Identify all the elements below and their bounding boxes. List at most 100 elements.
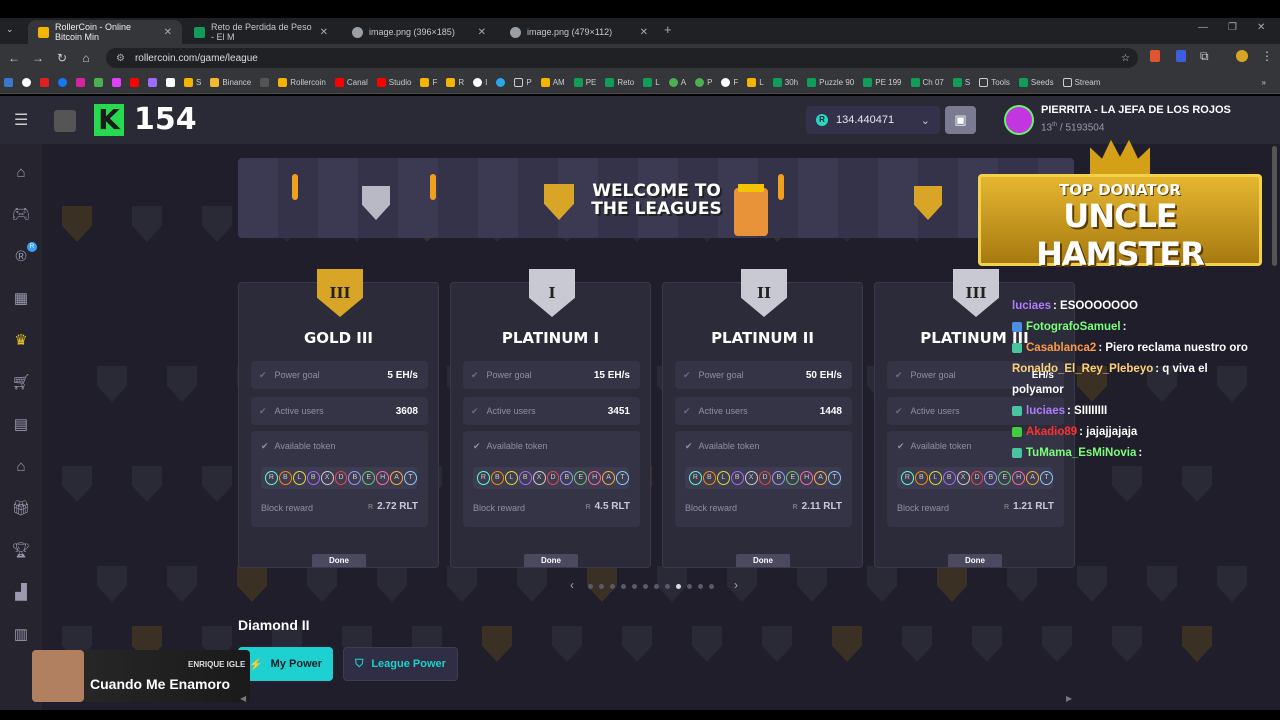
extension-icon[interactable] xyxy=(1150,50,1160,62)
bookmark-item[interactable]: P xyxy=(695,78,712,87)
gift-icon[interactable]: 🎁︎ xyxy=(11,500,31,518)
bookmark-folder[interactable]: P xyxy=(514,78,532,87)
bookmark-item[interactable] xyxy=(148,78,157,87)
menu-kebab-icon[interactable]: ⋮ xyxy=(1261,49,1273,63)
hamburger-menu-icon[interactable]: ☰ xyxy=(14,110,28,130)
bookmark-item[interactable] xyxy=(166,78,175,87)
pagination-dot[interactable] xyxy=(698,584,703,589)
star-icon[interactable]: ☆ xyxy=(1121,53,1130,64)
bookmark-canal[interactable]: Canal xyxy=(334,78,368,87)
reload-icon[interactable]: ↻ xyxy=(50,51,74,65)
house-icon[interactable]: ⌂ xyxy=(11,458,31,476)
bookmark-item[interactable]: S xyxy=(184,78,201,87)
bookmark-item[interactable]: AM xyxy=(540,78,565,87)
bookmark-folder-tools[interactable]: Tools xyxy=(979,78,1010,87)
bookmark-item[interactable]: F xyxy=(721,78,738,87)
bookmark-folder-stream[interactable]: Stream xyxy=(1062,78,1100,87)
bookmark-item[interactable] xyxy=(58,78,67,87)
gamepad-icon[interactable]: 🎮︎ xyxy=(11,206,31,224)
done-tab[interactable]: Done xyxy=(524,554,578,567)
url-field[interactable]: ⚙ rollercoin.com/game/league ☆ xyxy=(106,48,1138,68)
close-icon[interactable]: ✕ xyxy=(164,27,172,38)
bookmark-item[interactable] xyxy=(4,78,13,87)
pagination-dot[interactable] xyxy=(687,584,692,589)
balance-dropdown[interactable]: R 134.440471 ⌄ xyxy=(806,106,940,134)
new-tab-plus-icon[interactable]: + xyxy=(664,22,672,37)
bookmark-item[interactable]: R xyxy=(446,78,464,87)
bookmark-item[interactable]: Puzzle 90 xyxy=(807,78,854,87)
minimize-icon[interactable]: — xyxy=(1198,22,1208,33)
bookmark-item[interactable]: L xyxy=(747,78,764,87)
bookmark-item[interactable] xyxy=(94,78,103,87)
tab-image-2[interactable]: image.png (479×112) ✕ xyxy=(500,20,658,44)
done-tab[interactable]: Done xyxy=(948,554,1002,567)
news-icon[interactable]: ▥ xyxy=(11,626,31,644)
bookmark-item[interactable]: A xyxy=(668,78,686,87)
close-icon[interactable]: ✕ xyxy=(478,27,486,38)
calendar-icon[interactable]: ▦ xyxy=(11,290,31,308)
back-icon[interactable]: ← xyxy=(2,51,26,65)
done-tab[interactable]: Done xyxy=(736,554,790,567)
scroll-left-icon[interactable]: ◀ xyxy=(240,694,246,703)
bookmark-item[interactable] xyxy=(496,78,506,87)
pagination-dot[interactable] xyxy=(599,584,604,589)
scrollbar-thumb[interactable] xyxy=(1272,146,1277,266)
user-avatar[interactable] xyxy=(1004,105,1034,135)
bookmark-item[interactable]: Ch 07 xyxy=(910,78,944,87)
bookmark-item[interactable]: PE 199 xyxy=(863,78,902,87)
pagination-dot[interactable] xyxy=(709,584,714,589)
podium-icon[interactable]: ▟ xyxy=(11,584,31,602)
bookmark-item[interactable] xyxy=(76,78,85,87)
pagination-dot[interactable] xyxy=(643,584,648,589)
bookmark-rollercoin[interactable]: Rollercoin xyxy=(278,78,326,87)
wallet-icon[interactable]: ▣ xyxy=(945,106,976,134)
pagination-dot[interactable] xyxy=(632,584,637,589)
pagination-dot[interactable] xyxy=(676,584,681,589)
bookmark-item[interactable] xyxy=(112,78,121,87)
crown-icon[interactable]: ♛ xyxy=(11,332,31,350)
done-tab[interactable]: Done xyxy=(312,554,366,567)
store-icon[interactable]: ▤ xyxy=(11,416,31,434)
pagination-dot[interactable] xyxy=(654,584,659,589)
pagination-dot[interactable] xyxy=(665,584,670,589)
tab-search-icon[interactable]: ⌄ xyxy=(6,24,20,38)
site-info-icon[interactable]: ⚙ xyxy=(116,53,125,64)
bookmark-item[interactable]: I xyxy=(473,78,487,87)
bookmark-item[interactable] xyxy=(22,78,31,87)
extension-icon[interactable] xyxy=(1176,50,1186,62)
tab-reto[interactable]: Reto de Perdida de Peso - El M ✕ xyxy=(184,20,338,44)
restore-icon[interactable]: ❐ xyxy=(1228,22,1237,33)
home-icon[interactable]: ⌂ xyxy=(11,164,31,182)
close-icon[interactable]: ✕ xyxy=(320,27,328,38)
trophy-icon[interactable]: 🏆︎ xyxy=(11,542,31,560)
prev-arrow-icon[interactable]: ‹ xyxy=(570,578,574,592)
bookmark-item[interactable]: L xyxy=(643,78,660,87)
close-window-icon[interactable]: ✕ xyxy=(1257,22,1265,33)
pagination-dot[interactable] xyxy=(610,584,615,589)
extensions-puzzle-icon[interactable]: ⧉ xyxy=(1200,49,1209,64)
next-arrow-icon[interactable]: › xyxy=(734,578,738,592)
bookmark-item[interactable]: 30h xyxy=(772,78,798,87)
scroll-right-icon[interactable]: ▶ xyxy=(1066,694,1072,703)
bookmark-item[interactable] xyxy=(40,78,49,87)
cart-icon[interactable]: 🛒︎ xyxy=(11,374,31,392)
tab-rollercoin[interactable]: RollerCoin - Online Bitcoin Min ✕ xyxy=(28,20,182,44)
home-icon[interactable]: ⌂ xyxy=(74,51,98,65)
bookmark-item[interactable]: F xyxy=(420,78,437,87)
tab-image-1[interactable]: image.png (396×185) ✕ xyxy=(342,20,496,44)
avatar-thumb[interactable] xyxy=(54,110,76,132)
bookmark-folder-seeds[interactable]: Seeds xyxy=(1018,78,1054,87)
close-icon[interactable]: ✕ xyxy=(640,27,648,38)
bookmark-binance[interactable]: Binance xyxy=(210,78,251,87)
forward-icon[interactable]: → xyxy=(26,51,50,65)
bookmark-item[interactable]: PE xyxy=(573,78,596,87)
league-power-button[interactable]: ⛉ League Power xyxy=(343,647,458,681)
bookmark-item[interactable] xyxy=(130,78,139,87)
pagination-dot[interactable] xyxy=(621,584,626,589)
bookmark-studio[interactable]: Studio xyxy=(376,78,411,87)
profile-avatar[interactable] xyxy=(1236,50,1248,62)
my-power-button[interactable]: ⚡ My Power xyxy=(238,647,333,681)
pagination-dot[interactable] xyxy=(588,584,593,589)
bookmark-item[interactable]: S xyxy=(952,78,970,87)
bookmark-item[interactable]: Reto xyxy=(605,78,634,87)
